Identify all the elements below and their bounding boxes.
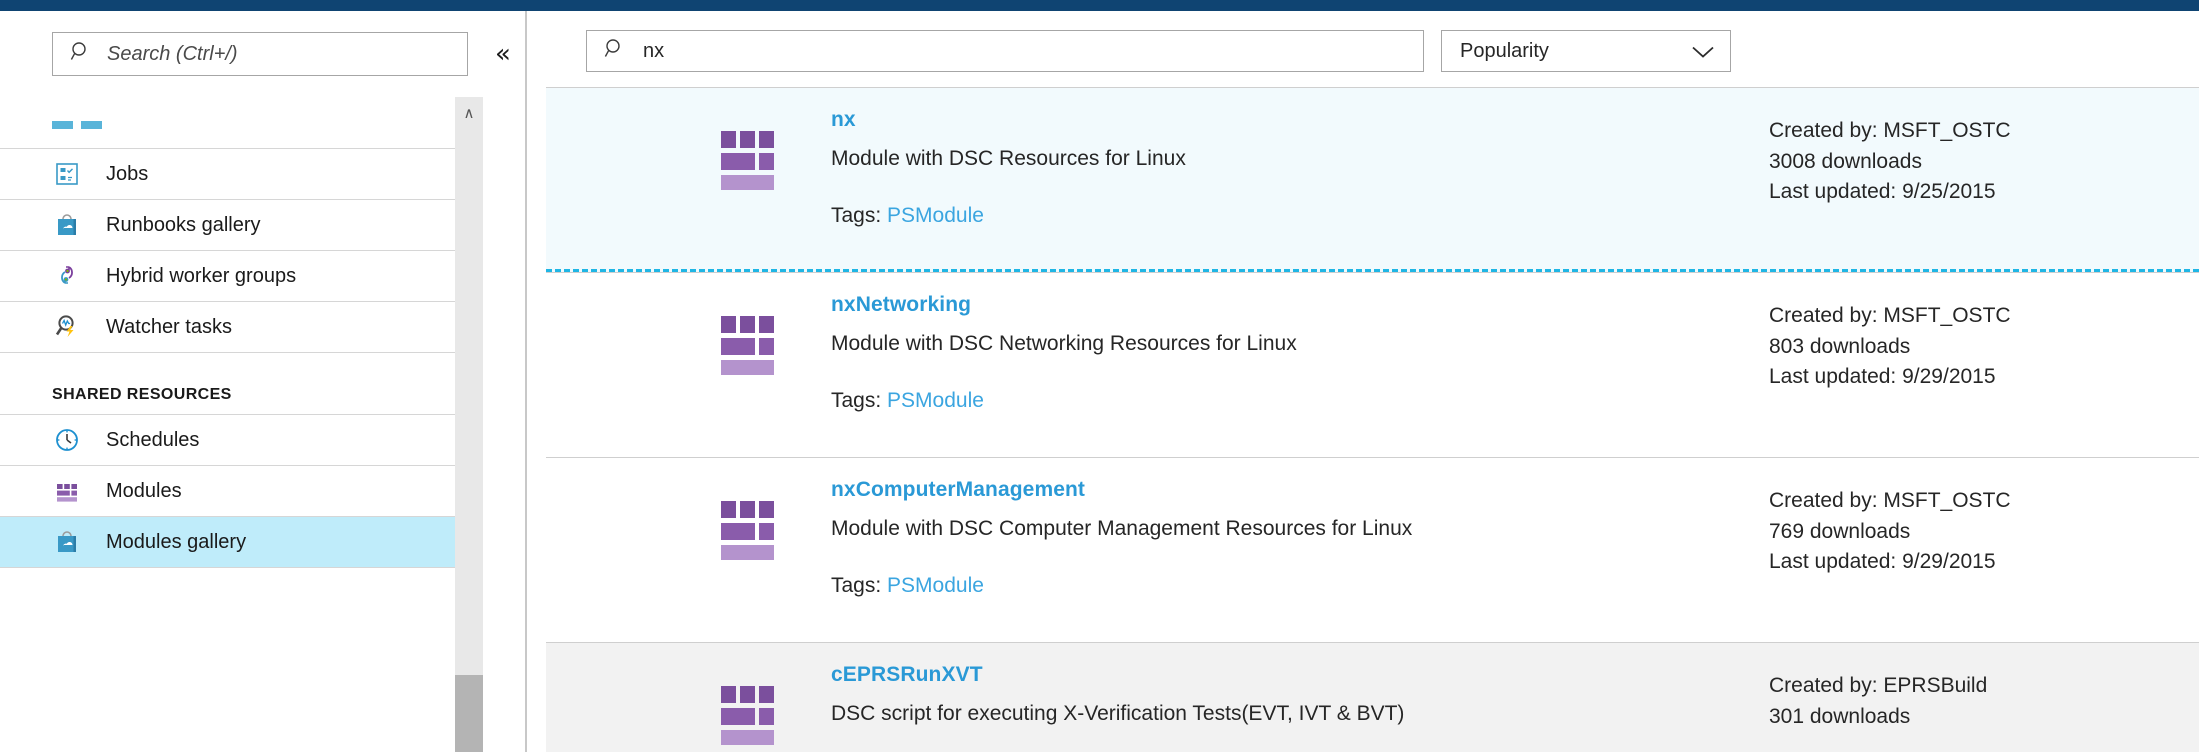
scroll-up-arrow-icon[interactable]: ∧: [455, 97, 483, 129]
partial-dash-left: [52, 121, 73, 129]
sidebar-search-box[interactable]: [52, 32, 468, 76]
sidebar-search-input[interactable]: [107, 42, 457, 66]
tags-label: Tags:: [831, 204, 882, 227]
module-title-link[interactable]: cEPRSRunXVT: [831, 663, 983, 687]
hybrid-worker-icon: [52, 261, 82, 291]
jobs-icon: [52, 159, 82, 189]
gallery-bag-icon: [52, 210, 82, 240]
gallery-toolbar: Popularity: [529, 25, 2199, 77]
sidebar-nav-scroll-viewport: Jobs Runbooks gallery Hybrid worker grou…: [0, 97, 455, 752]
created-by: Created by: MSFT_OSTC: [1769, 304, 2011, 327]
module-description: Module with DSC Resources for Linux: [831, 147, 1186, 170]
downloads-count: 301 downloads: [1769, 704, 1911, 728]
sidebar-item-schedules[interactable]: Schedules: [0, 414, 455, 465]
module-grid-icon: [721, 316, 783, 378]
modules-gallery-pane: Popularity: [529, 11, 2199, 752]
chevron-down-icon: [1692, 45, 1714, 58]
modules-grid-icon: [52, 476, 82, 506]
sidebar-section-shared-resources: SHARED RESOURCES: [0, 352, 455, 414]
module-grid-icon: [721, 686, 783, 748]
table-row[interactable]: nxNetworking Module with DSC Networking …: [546, 272, 2199, 457]
sidebar-item-hybrid-worker-groups[interactable]: Hybrid worker groups: [0, 250, 455, 301]
result-body: nxNetworking Module with DSC Networking …: [831, 293, 1769, 413]
module-tags: Tags: PSModule: [831, 389, 1769, 413]
sidebar-item-label: Hybrid worker groups: [106, 264, 297, 287]
module-grid-icon: [721, 501, 783, 563]
last-updated: Last updated: 9/25/2015: [1769, 180, 1996, 204]
sidebar-scrollbar-thumb[interactable]: [455, 675, 483, 752]
created-by: Created by: EPRSBuild: [1769, 674, 1988, 697]
gallery-search-box[interactable]: [586, 30, 1424, 72]
table-row[interactable]: cEPRSRunXVT DSC script for executing X-V…: [546, 642, 2199, 752]
search-icon: [69, 40, 93, 69]
downloads-count: 3008 downloads: [1769, 149, 1922, 173]
sidebar-item-label: Watcher tasks: [106, 315, 232, 338]
result-body: cEPRSRunXVT DSC script for executing X-V…: [831, 663, 1769, 752]
created-by: Created by: MSFT_OSTC: [1769, 119, 2011, 142]
portal-top-bar: [0, 0, 2199, 11]
tag-link[interactable]: PSModule: [887, 389, 984, 412]
sidebar-nav-list: Jobs Runbooks gallery Hybrid worker grou…: [0, 148, 455, 568]
sidebar-item-label: Jobs: [106, 162, 149, 185]
sidebar-item-label: Modules gallery: [106, 530, 247, 553]
module-description: Module with DSC Computer Management Reso…: [831, 517, 1413, 540]
module-description: DSC script for executing X-Verification …: [831, 702, 1405, 725]
collapse-blade-button[interactable]: «: [486, 37, 520, 71]
gallery-bag-icon: [52, 527, 82, 557]
sort-dropdown[interactable]: Popularity: [1441, 30, 1731, 72]
tags-label: Tags:: [831, 574, 882, 597]
sidebar-scrollbar[interactable]: ∧: [455, 97, 483, 752]
sidebar-item-modules-gallery[interactable]: Modules gallery: [0, 516, 455, 567]
sidebar-section-label: SHARED RESOURCES: [52, 386, 232, 403]
downloads-count: 803 downloads: [1769, 334, 1911, 358]
module-title-link[interactable]: nx: [831, 108, 856, 132]
tag-link[interactable]: PSModule: [887, 574, 984, 597]
gallery-search-input[interactable]: [643, 39, 1413, 63]
sidebar-search-row: «: [52, 32, 520, 76]
tag-link[interactable]: PSModule: [887, 204, 984, 227]
result-body: nxComputerManagement Module with DSC Com…: [831, 478, 1769, 598]
sidebar-nav-bottom-divider: [0, 567, 455, 568]
downloads-count: 769 downloads: [1769, 519, 1911, 543]
result-meta: Created by: MSFT_OSTC 3008 downloads Las…: [1769, 116, 2199, 208]
partial-dash-right: [81, 121, 102, 129]
module-title-link[interactable]: nxNetworking: [831, 293, 971, 317]
module-tags: Tags: PSModule: [831, 574, 1769, 598]
sort-dropdown-value: Popularity: [1460, 39, 1549, 62]
last-updated: Last updated: 9/29/2015: [1769, 550, 1996, 574]
created-by: Created by: MSFT_OSTC: [1769, 489, 2011, 512]
sidebar-item-label: Modules: [106, 479, 182, 502]
search-icon: [603, 37, 627, 66]
watcher-magnifier-icon: [52, 312, 82, 342]
module-grid-icon: [721, 131, 783, 193]
azure-portal-window: « Job: [0, 0, 2199, 752]
module-tags: Tags: PSModule: [831, 204, 1769, 228]
module-description: Module with DSC Networking Resources for…: [831, 332, 1297, 355]
sidebar-scrollbar-track[interactable]: [455, 129, 483, 752]
result-body: nx Module with DSC Resources for Linux T…: [831, 108, 1769, 228]
result-meta: Created by: MSFT_OSTC 803 downloads Last…: [1769, 301, 2199, 393]
sidebar-item-modules[interactable]: Modules: [0, 465, 455, 516]
result-meta: Created by: EPRSBuild 301 downloads: [1769, 671, 2199, 732]
gallery-results-list: nx Module with DSC Resources for Linux T…: [546, 87, 2199, 752]
sidebar-item-runbooks-gallery[interactable]: Runbooks gallery: [0, 199, 455, 250]
result-meta: Created by: MSFT_OSTC 769 downloads Last…: [1769, 486, 2199, 578]
last-updated: Last updated: 9/29/2015: [1769, 365, 1996, 389]
clock-icon: [52, 425, 82, 455]
sidebar-partial-clipped-item[interactable]: [52, 121, 102, 129]
sidebar-item-watcher-tasks[interactable]: Watcher tasks: [0, 301, 455, 352]
sidebar-item-label: Schedules: [106, 428, 200, 451]
module-title-link[interactable]: nxComputerManagement: [831, 478, 1085, 502]
table-row[interactable]: nxComputerManagement Module with DSC Com…: [546, 457, 2199, 642]
sidebar-item-jobs[interactable]: Jobs: [0, 148, 455, 199]
sidebar-item-label: Runbooks gallery: [106, 213, 261, 236]
resource-blade-sidebar: « Job: [0, 11, 527, 752]
table-row[interactable]: nx Module with DSC Resources for Linux T…: [546, 87, 2199, 272]
tags-label: Tags:: [831, 389, 882, 412]
